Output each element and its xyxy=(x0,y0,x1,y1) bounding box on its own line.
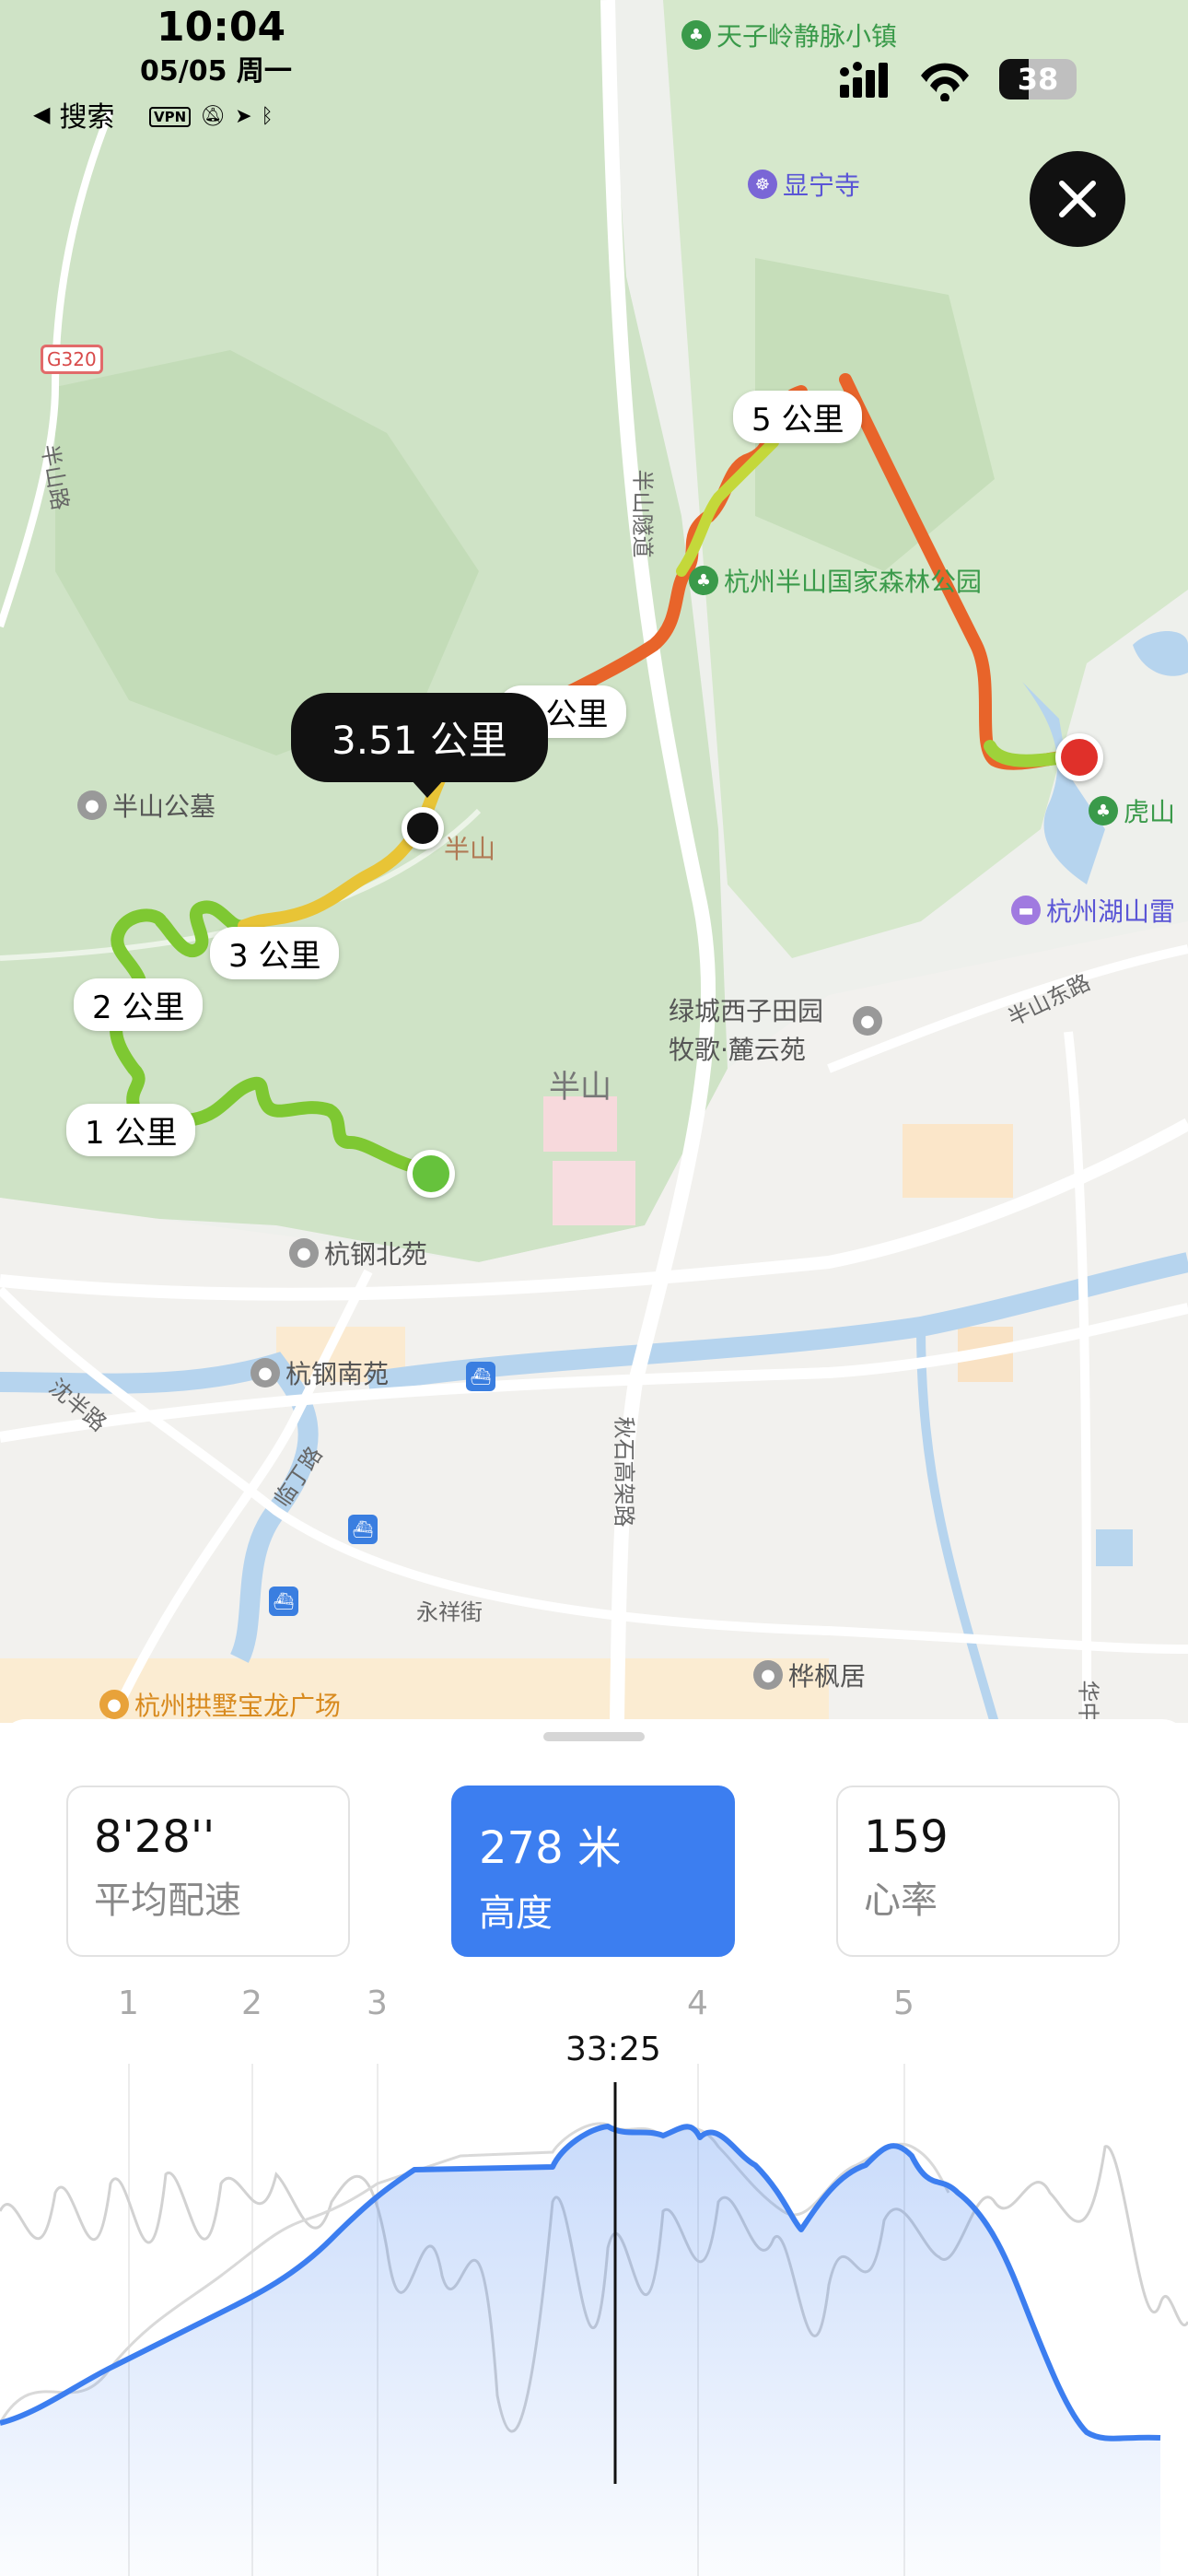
hotel-icon: ▬ xyxy=(1011,896,1041,925)
place-icon: ● xyxy=(853,1006,882,1036)
close-button[interactable] xyxy=(1030,151,1125,247)
tree-icon: ♣ xyxy=(689,566,718,595)
km-marker-3: 3 公里 xyxy=(210,927,340,979)
poi-xianning[interactable]: ☸ 显宁寺 xyxy=(748,166,860,203)
chart-km-tick-1: 1 xyxy=(118,1985,139,2022)
battery-percent: 38 xyxy=(1017,62,1059,97)
road-label-tunnel: 半山隧道 xyxy=(629,469,656,558)
heart-rate-label: 心率 xyxy=(864,1879,938,1922)
start-marker[interactable] xyxy=(407,1150,455,1198)
chart-km-tick-5: 5 xyxy=(893,1985,914,2022)
poi-hangzhou-lake[interactable]: ▬ 杭州湖山雷 xyxy=(1011,892,1175,929)
poi-banshan[interactable]: 半山 xyxy=(444,829,495,866)
road-label-qiushi: 秋石高架路 xyxy=(611,1416,637,1528)
current-position-marker[interactable] xyxy=(402,807,444,849)
signal-icon xyxy=(840,62,888,98)
pace-label: 平均配速 xyxy=(94,1879,241,1922)
status-time: 10:04 xyxy=(157,4,286,51)
poi-hanggang-north[interactable]: ● 杭钢北苑 xyxy=(289,1235,427,1271)
status-indicators: VPN 🔕︎ ➤ ᛒ xyxy=(149,105,274,128)
ferry-icon[interactable]: ⛴ xyxy=(466,1362,495,1391)
ferry-icon[interactable]: ⛴ xyxy=(269,1587,298,1616)
poi-lvcheng[interactable]: 绿城西子田园 牧歌·麓云苑 xyxy=(669,991,823,1067)
shopping-icon: ● xyxy=(99,1690,129,1719)
road-label-hua: 华中 xyxy=(1075,1680,1101,1724)
poi-banshan-park[interactable]: ♣ 杭州半山国家森林公园 xyxy=(689,562,982,599)
mute-bell-icon: 🔕︎ xyxy=(200,105,227,128)
back-label: 搜索 xyxy=(59,101,115,134)
battery-indicator: 38 xyxy=(999,59,1077,100)
status-date: 05/05 周一 xyxy=(140,55,292,88)
chart-cursor-time: 33:25 xyxy=(565,2031,661,2068)
end-marker[interactable] xyxy=(1055,733,1103,781)
vpn-badge: VPN xyxy=(149,106,192,127)
elevation-value: 278 米 xyxy=(479,1822,622,1874)
ferry-icon[interactable]: ⛴ xyxy=(348,1515,378,1544)
stat-card-elevation[interactable]: 278 米 高度 xyxy=(451,1786,735,1957)
km-marker-5: 5 公里 xyxy=(733,391,863,443)
place-icon: ● xyxy=(77,790,107,820)
tree-icon: ♣ xyxy=(681,20,711,50)
place-icon: ● xyxy=(753,1660,783,1690)
poi-tianziling[interactable]: ♣ 天子岭静脉小镇 xyxy=(681,17,897,53)
chart-km-tick-3: 3 xyxy=(367,1985,388,2022)
area-label-banshan: 半山 xyxy=(549,1069,611,1106)
poi-fengju[interactable]: ● 桦枫居 xyxy=(753,1657,866,1693)
route-map[interactable]: ♣ 天子岭静脉小镇 ☸ 显宁寺 ♣ 杭州半山国家森林公园 ● 半山公墓 半山 ♣ 虎山 ▬… xyxy=(0,0,1188,1723)
elevation-label: 高度 xyxy=(479,1892,553,1935)
close-icon xyxy=(1059,181,1096,217)
back-to-search-button[interactable]: ◀ 搜索 xyxy=(33,94,114,135)
sheet-grabber[interactable] xyxy=(543,1732,645,1741)
cellular-wifi-icons xyxy=(840,62,969,101)
place-icon: ● xyxy=(289,1238,319,1268)
chart-km-tick-2: 2 xyxy=(241,1985,262,2022)
elevation-area xyxy=(0,2126,1160,2576)
chart-km-tick-4: 4 xyxy=(687,1985,708,2022)
stat-card-pace[interactable]: 8'28'' 平均配速 xyxy=(66,1786,350,1957)
elevation-chart[interactable] xyxy=(0,2064,1188,2576)
heart-rate-value: 159 xyxy=(864,1811,949,1863)
map-canvas xyxy=(0,0,1188,1723)
poi-hushan[interactable]: ♣ 虎山 xyxy=(1089,792,1175,829)
poi-banshan-cemetery[interactable]: ● 半山公墓 xyxy=(77,787,215,824)
pace-value: 8'28'' xyxy=(94,1811,215,1863)
wifi-icon xyxy=(921,63,969,101)
tree-icon: ♣ xyxy=(1089,796,1118,825)
back-triangle-icon: ◀ xyxy=(33,101,51,127)
place-icon: ● xyxy=(250,1358,280,1388)
km-marker-1: 1 公里 xyxy=(66,1104,196,1156)
road-shield-g320: G320 xyxy=(41,345,103,374)
poi-hanggang-south[interactable]: ● 杭钢南苑 xyxy=(250,1354,389,1391)
distance-callout: 3.51 公里 xyxy=(291,693,548,782)
temple-icon: ☸ xyxy=(748,170,777,199)
km-marker-2: 2 公里 xyxy=(74,978,204,1031)
callout-pointer xyxy=(411,779,444,798)
road-label-yongxiang: 永祥街 xyxy=(416,1599,483,1625)
location-arrow-icon: ➤ xyxy=(235,105,252,128)
poi-gongshu-mall[interactable]: ● 杭州拱墅宝龙广场 xyxy=(99,1686,341,1723)
stat-card-heart-rate[interactable]: 159 心率 xyxy=(836,1786,1120,1957)
bluetooth-icon: ᛒ xyxy=(261,105,274,128)
